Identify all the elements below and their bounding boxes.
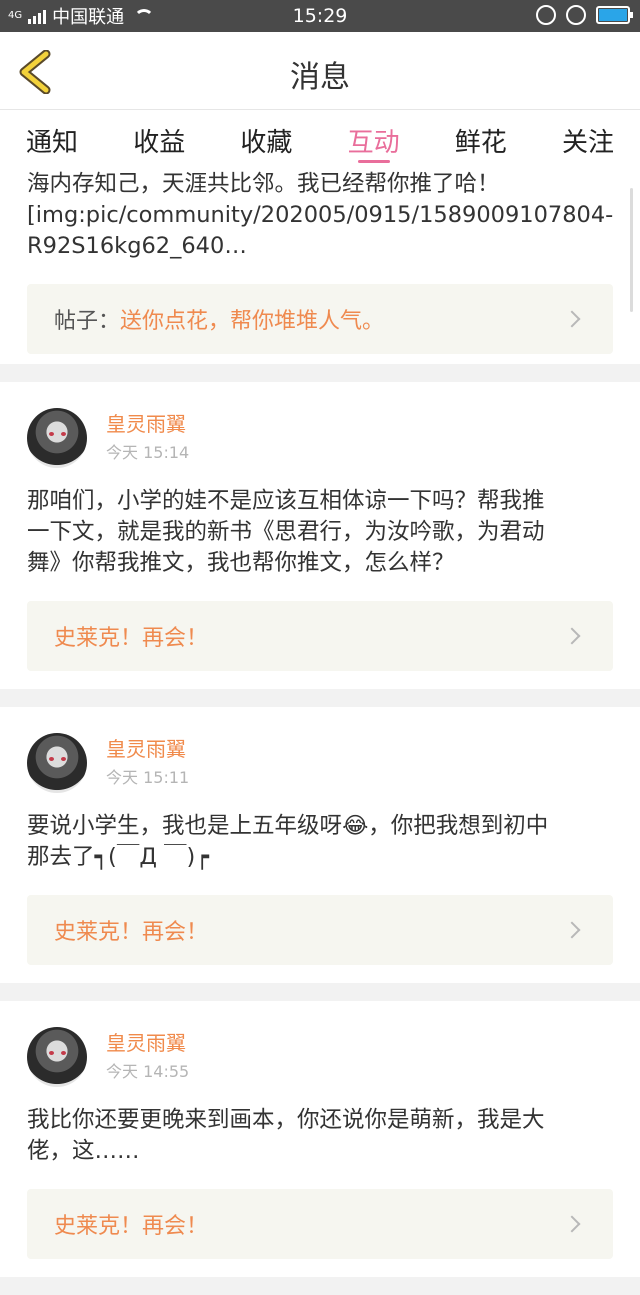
- page-title: 消息: [290, 60, 350, 95]
- battery-icon: [596, 6, 633, 24]
- reply-link[interactable]: 史莱克！再会！: [27, 1189, 613, 1259]
- message-list: 海内存知己，天涯共比邻。我已经帮你推了哈！ [img:pic/community…: [0, 166, 640, 1295]
- message-card: 皇灵雨翼 今天 15:11 要说小学生，我也是上五年级呀😂，你把我想到初中 那去…: [0, 707, 640, 983]
- tab-earnings[interactable]: 收益: [133, 110, 185, 166]
- message-text-line: 一下文，就是我的新书《思君行，为汝吟歌，为君动: [27, 519, 545, 545]
- tab-bar: 通知 收益 收藏 互动 鲜花 关注: [0, 110, 640, 166]
- message-text-line: R92S16kg62_640…: [27, 233, 247, 259]
- message-text-line: 海内存知己，天涯共比邻。我已经帮你推了哈！: [27, 171, 500, 197]
- chevron-right-icon: [563, 1215, 581, 1233]
- message-text-line: 那咱们，小学的娃不是应该互相体谅一下吗？帮我推: [27, 488, 545, 514]
- status-bar: 4G 中国联通 15:29: [0, 0, 640, 32]
- message-card: 皇灵雨翼 今天 15:14 那咱们，小学的娃不是应该互相体谅一下吗？帮我推 一下…: [0, 382, 640, 689]
- reply-prefix: 帖子：: [54, 309, 121, 334]
- chevron-right-icon: [563, 310, 581, 328]
- avatar[interactable]: [27, 1027, 87, 1087]
- alarm-icon: [566, 5, 586, 25]
- message-text-line: 那去了┑(￣Д ￣)┍: [27, 844, 209, 870]
- message-text-line: 要说小学生，我也是上五年级呀😂，你把我想到初中: [27, 813, 549, 839]
- message-text: 海内存知己，天涯共比邻。我已经帮你推了哈！ [img:pic/community…: [27, 166, 613, 262]
- tab-following[interactable]: 关注: [562, 110, 614, 166]
- tab-flowers[interactable]: 鲜花: [455, 110, 507, 166]
- reply-text: 史莱克！再会！: [54, 1214, 209, 1239]
- avatar[interactable]: [27, 408, 87, 468]
- tab-interactions[interactable]: 互动: [348, 110, 400, 166]
- avatar[interactable]: [27, 733, 87, 793]
- message-time: 今天 15:14: [106, 443, 190, 462]
- tab-favorites[interactable]: 收藏: [240, 110, 292, 166]
- reply-link[interactable]: 史莱克！再会！: [27, 601, 613, 671]
- user-name[interactable]: 皇灵雨翼: [106, 736, 189, 762]
- reply-text: 史莱克！再会！: [54, 626, 209, 651]
- message-card: 海内存知己，天涯共比邻。我已经帮你推了哈！ [img:pic/community…: [0, 166, 640, 364]
- message-text: 那咱们，小学的娃不是应该互相体谅一下吗？帮我推 一下文，就是我的新书《思君行，为…: [27, 486, 613, 579]
- chevron-right-icon: [563, 921, 581, 939]
- reply-link[interactable]: 史莱克！再会！: [27, 895, 613, 965]
- message-time: 今天 15:11: [106, 768, 190, 787]
- message-card: 皇灵雨翼 今天 14:55 我比你还要更晚来到画本，你还说你是萌新，我是大 佬，…: [0, 1001, 640, 1277]
- message-text-line: 舞》你帮我推文，我也帮你推文，怎么样？: [27, 550, 455, 576]
- app-header: 消息: [0, 32, 640, 110]
- reply-text: 史莱克！再会！: [54, 920, 209, 945]
- user-name[interactable]: 皇灵雨翼: [106, 1030, 189, 1056]
- user-name[interactable]: 皇灵雨翼: [106, 411, 189, 437]
- message-text: 我比你还要更晚来到画本，你还说你是萌新，我是大 佬，这……: [27, 1105, 613, 1167]
- message-text-line: [img:pic/community/202005/0915/158900910…: [27, 202, 614, 228]
- message-text-line: 佬，这……: [27, 1138, 140, 1164]
- message-text-line: 我比你还要更晚来到画本，你还说你是萌新，我是大: [27, 1107, 545, 1133]
- chevron-right-icon: [563, 627, 581, 645]
- reply-text: 送你点花，帮你堆堆人气。: [120, 309, 385, 334]
- message-time: 今天 14:55: [106, 1062, 190, 1081]
- reply-link[interactable]: 帖子：送你点花，帮你堆堆人气。: [27, 284, 613, 354]
- lock-rotation-icon: [536, 5, 556, 25]
- tab-notifications[interactable]: 通知: [26, 110, 78, 166]
- message-text: 要说小学生，我也是上五年级呀😂，你把我想到初中 那去了┑(￣Д ￣)┍: [27, 811, 613, 873]
- scrollbar[interactable]: [630, 188, 633, 312]
